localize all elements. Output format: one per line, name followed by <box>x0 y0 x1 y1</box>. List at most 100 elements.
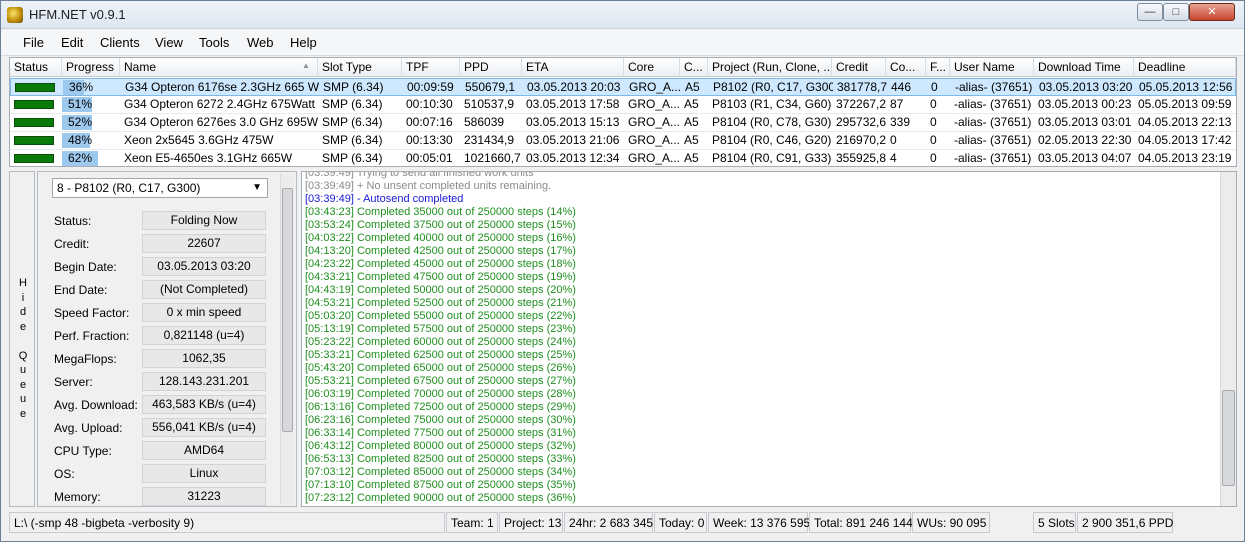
progress-bar: 62% <box>62 151 120 166</box>
cell-eta: 03.05.2013 21:06 <box>526 133 620 147</box>
table-row[interactable]: 51% G34 Opteron 6272 2.4GHz 675Watt SMP (6… <box>10 96 1236 114</box>
hide-queue-letter: d <box>19 306 27 318</box>
cell-name: Xeon 2x5645 3.6GHz 475W <box>124 133 274 147</box>
cell-deadline: 04.05.2013 17:42 <box>1138 133 1232 147</box>
queue-field-label: OS: <box>54 467 75 481</box>
log-line: [04:03:22] Completed 40000 out of 250000… <box>305 232 576 244</box>
queue-scroll-thumb[interactable] <box>282 188 293 432</box>
hide-queue-letter: e <box>19 320 27 333</box>
queue-select[interactable]: 8 - P8102 (R0, C17, G300) ▼ <box>52 178 268 198</box>
cell-core: GRO_A... <box>628 115 680 129</box>
minimize-button[interactable]: — <box>1137 3 1163 21</box>
cell-user-name: -alias- (37651) <box>954 115 1032 129</box>
progress-bar: 51% <box>62 97 120 112</box>
chevron-down-icon[interactable]: ▼ <box>252 179 262 197</box>
cell-credit: 216970,2 <box>836 133 886 147</box>
cell-download-time: 03.05.2013 03:20 <box>1039 80 1133 94</box>
sort-ascending-icon: ▲ <box>302 61 310 70</box>
queue-field-value: 556,041 KB/s (u=4) <box>142 418 266 437</box>
menu-edit[interactable]: Edit <box>61 35 83 50</box>
column-header-download-time[interactable]: Download Time <box>1034 58 1134 77</box>
menu-help[interactable]: Help <box>290 35 317 50</box>
column-header-deadline[interactable]: Deadline <box>1134 58 1236 77</box>
cell-c: A5 <box>684 97 699 111</box>
maximize-button[interactable]: □ <box>1163 3 1189 21</box>
hide-queue-label: HideQueue <box>18 276 28 421</box>
cell-f: 0 <box>931 80 938 94</box>
log-line: [03:39:49] + No unsent completed units r… <box>305 180 552 192</box>
cell-tpf: 00:07:16 <box>406 115 453 129</box>
progress-bar: 48% <box>62 133 120 148</box>
menu-view[interactable]: View <box>155 35 183 50</box>
log-line: [05:53:21] Completed 67500 out of 250000… <box>305 375 576 387</box>
column-header-co[interactable]: Co... <box>886 58 926 77</box>
hide-queue-letter: H <box>19 277 27 289</box>
table-row[interactable]: 52% G34 Opteron 6276es 3.0 GHz 695Watt SMP… <box>10 114 1236 132</box>
cell-name: Xeon E5-4650es 3.1GHz 665W <box>124 151 293 165</box>
status-project: Project: 13 <box>499 512 563 533</box>
menu-file[interactable]: File <box>23 35 44 50</box>
queue-field-label: Status: <box>54 214 92 228</box>
window-title: HFM.NET v0.9.1 <box>29 7 126 22</box>
queue-scrollbar[interactable] <box>280 174 294 504</box>
progress-label: 62% <box>68 151 93 165</box>
column-header-ppd[interactable]: PPD <box>460 58 522 77</box>
log-line: [05:03:20] Completed 55000 out of 250000… <box>305 310 576 322</box>
log-line: [05:33:21] Completed 62500 out of 250000… <box>305 349 576 361</box>
cell-deadline: 04.05.2013 23:19 <box>1138 151 1232 165</box>
column-header-credit[interactable]: Credit <box>832 58 886 77</box>
queue-field-value: 0 x min speed <box>142 303 266 322</box>
cell-c: A5 <box>685 80 700 94</box>
slots-grid: Status Progress Name Slot Type TPF PPD ETA Core… <box>9 57 1237 167</box>
queue-field-value: 22607 <box>142 234 266 253</box>
progress-bar: 52% <box>62 115 120 130</box>
table-row[interactable]: 48% Xeon 2x5645 3.6GHz 475W SMP (6.34) 00:1… <box>10 132 1236 150</box>
column-header-status[interactable]: Status <box>10 58 62 77</box>
column-header-f[interactable]: F... <box>926 58 950 77</box>
table-row[interactable]: 36% G34 Opteron 6176se 2.3GHz 665 Watt SMP… <box>10 78 1236 96</box>
status-indicator <box>14 100 54 109</box>
column-header-progress[interactable]: Progress <box>62 58 120 77</box>
log-scrollbar[interactable] <box>1220 172 1236 506</box>
log-line: [07:23:12] Completed 90000 out of 250000… <box>305 492 576 504</box>
log-line: [07:03:12] Completed 85000 out of 250000… <box>305 466 576 478</box>
column-header-tpf[interactable]: TPF <box>402 58 460 77</box>
column-header-core[interactable]: Core <box>624 58 680 77</box>
log-line: [07:13:10] Completed 87500 out of 250000… <box>305 479 576 491</box>
app-window: HFM.NET v0.9.1 — □ ✕ File Edit Clients V… <box>0 0 1245 542</box>
hide-queue-letter: e <box>19 407 27 420</box>
log-line: [06:53:13] Completed 82500 out of 250000… <box>305 453 576 465</box>
close-button[interactable]: ✕ <box>1189 3 1235 21</box>
log-scroll-thumb[interactable] <box>1222 390 1235 486</box>
progress-bar: 36% <box>63 80 121 95</box>
cell-slot-type: SMP (6.34) <box>322 133 383 147</box>
cell-f: 0 <box>930 97 937 111</box>
cell-c: A5 <box>684 115 699 129</box>
cell-slot-type: SMP (6.34) <box>322 151 383 165</box>
column-header-slot-type[interactable]: Slot Type <box>318 58 402 77</box>
queue-field-label: Avg. Download: <box>54 398 138 412</box>
menu-clients[interactable]: Clients <box>100 35 140 50</box>
hide-queue-button[interactable]: HideQueue <box>9 171 35 507</box>
status-today: Today: 0 <box>654 512 707 533</box>
log-panel[interactable]: [03:39:49] Trying to send all finished w… <box>301 171 1237 507</box>
queue-field-label: Begin Date: <box>54 260 117 274</box>
progress-label: 51% <box>68 97 93 111</box>
status-bar: L:\ (-smp 48 -bigbeta -verbosity 9) Team… <box>9 512 1237 534</box>
table-row[interactable]: 62% Xeon E5-4650es 3.1GHz 665W SMP (6.34) 0… <box>10 150 1236 166</box>
cell-slot-type: SMP (6.34) <box>322 97 383 111</box>
log-line: [04:23:22] Completed 45000 out of 250000… <box>305 258 576 270</box>
column-header-user-name[interactable]: User Name <box>950 58 1034 77</box>
column-header-name[interactable]: Name <box>120 58 318 77</box>
cell-credit: 355925,8 <box>836 151 886 165</box>
menu-tools[interactable]: Tools <box>199 35 229 50</box>
cell-co: 4 <box>890 151 897 165</box>
title-bar[interactable]: HFM.NET v0.9.1 — □ ✕ <box>1 1 1244 29</box>
column-header-eta[interactable]: ETA <box>522 58 624 77</box>
queue-field-label: MegaFlops: <box>54 352 117 366</box>
cell-f: 0 <box>930 133 937 147</box>
column-header-c[interactable]: C... <box>680 58 708 77</box>
queue-field-value: Linux <box>142 464 266 483</box>
column-header-project[interactable]: Project (Run, Clone, ... <box>708 58 832 77</box>
menu-web[interactable]: Web <box>247 35 274 50</box>
